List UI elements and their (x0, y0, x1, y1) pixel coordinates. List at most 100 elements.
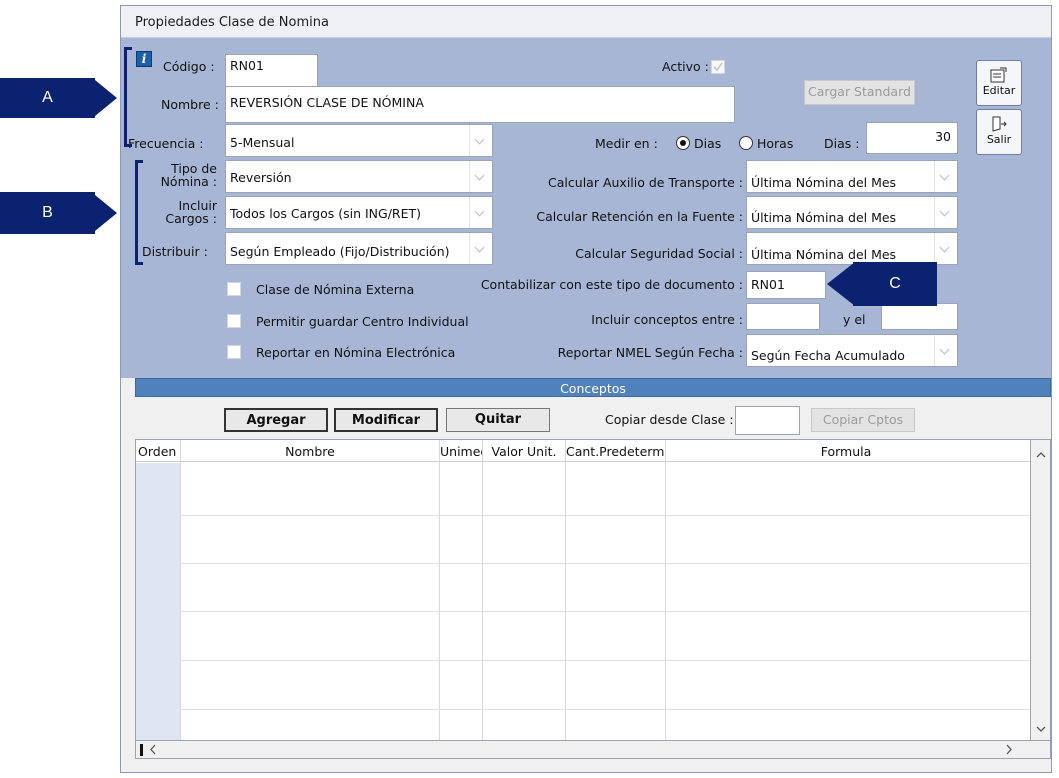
chevron-down-icon[interactable] (1032, 722, 1050, 736)
editar-button[interactable]: Editar (976, 60, 1022, 106)
copiar-desde-input[interactable] (735, 406, 800, 435)
col-nombre[interactable]: Nombre (181, 444, 439, 459)
grid-divider (180, 440, 181, 740)
conceptos-header: Conceptos (135, 378, 1051, 397)
externa-checkbox[interactable] (227, 282, 241, 296)
retencion-value: Última Nómina del Mes (751, 210, 897, 225)
chevron-left-icon[interactable] (146, 741, 160, 758)
col-orden[interactable]: Orden (138, 444, 180, 459)
salir-button[interactable]: Salir (976, 109, 1022, 155)
centro-individual-checkbox[interactable] (227, 314, 241, 328)
col-cant-predeterminada[interactable]: Cant.Predetermi (566, 444, 664, 459)
grid-divider (439, 440, 440, 740)
chevron-down-icon[interactable] (934, 233, 957, 264)
col-valor-unit[interactable]: Valor Unit. (483, 444, 565, 459)
table-row (180, 709, 1030, 710)
radio-horas[interactable] (739, 136, 753, 150)
properties-panel: i Código : RN01 Activo : Nombre : REVERS… (121, 37, 1051, 378)
aux-transporte-select[interactable]: Última Nómina del Mes (746, 160, 958, 193)
grid-divider (665, 440, 666, 740)
medir-label: Medir en : (595, 136, 658, 151)
window: Propiedades Clase de Nomina i Código : R… (120, 5, 1052, 773)
chevron-down-icon[interactable] (934, 335, 957, 366)
bracket-b (135, 160, 143, 265)
centro-individual-label: Permitir guardar Centro Individual (256, 314, 469, 329)
conceptos-grid[interactable]: Orden Nombre Unimed Valor Unit. Cant.Pre… (135, 439, 1031, 759)
chevron-down-icon[interactable] (934, 161, 957, 192)
activo-checkbox[interactable] (711, 60, 725, 74)
nomina-electronica-checkbox[interactable] (227, 345, 241, 359)
chevron-right-icon[interactable] (1002, 741, 1016, 758)
agregar-button[interactable]: Agregar (224, 408, 328, 432)
chevron-down-icon[interactable] (469, 125, 492, 156)
conceptos-entre-label: Incluir conceptos entre : (591, 312, 743, 327)
chevron-up-icon[interactable] (1032, 448, 1050, 462)
nmel-label: Reportar NMEL Según Fecha : (557, 345, 743, 360)
distribuir-label: Distribuir : (142, 244, 208, 259)
aux-transporte-value: Última Nómina del Mes (751, 175, 897, 190)
window-title: Propiedades Clase de Nomina (121, 6, 1051, 36)
table-row (180, 515, 1030, 516)
frecuencia-value: 5-Mensual (230, 135, 295, 150)
nombre-label: Nombre : (161, 97, 219, 112)
externa-label: Clase de Nómina Externa (256, 282, 415, 297)
retencion-select[interactable]: Última Nómina del Mes (746, 196, 958, 229)
table-row (180, 611, 1030, 612)
quitar-button[interactable]: Quitar (446, 408, 550, 432)
conceptos-toolbar: Agregar Modificar Quitar Copiar desde Cl… (135, 397, 1051, 435)
callout-c-arrow (827, 262, 855, 306)
seguridad-social-select[interactable]: Última Nómina del Mes (746, 232, 958, 265)
table-row (180, 563, 1030, 564)
codigo-label: Código : (163, 59, 215, 74)
cargar-standard-button[interactable]: Cargar Standard (804, 80, 915, 105)
copiar-cptos-button[interactable]: Copiar Cptos (811, 408, 915, 432)
nombre-input[interactable]: REVERSIÓN CLASE DE NÓMINA (225, 86, 735, 123)
vertical-scrollbar[interactable] (1031, 439, 1051, 741)
tipo-nomina-select[interactable]: Reversión (225, 160, 493, 193)
retencion-label: Calcular Retención en la Fuente : (536, 209, 743, 224)
contabilizar-input[interactable]: RN01 (746, 271, 826, 299)
concepto-desde-input[interactable] (746, 303, 820, 330)
modificar-button[interactable]: Modificar (334, 408, 438, 432)
col-formula[interactable]: Formula (666, 444, 1026, 459)
callout-a: A (0, 78, 95, 118)
incluir-cargos-select[interactable]: Todos los Cargos (sin ING/RET) (225, 196, 493, 229)
edit-icon (990, 67, 1007, 83)
incluir-label-line2: Cargos : (165, 211, 217, 226)
copiar-desde-label: Copiar desde Clase : (605, 412, 734, 427)
grid-divider (565, 440, 566, 740)
table-row (180, 660, 1030, 661)
distribuir-select[interactable]: Según Empleado (Fijo/Distribución) (225, 232, 493, 265)
activo-label: Activo : (662, 59, 709, 74)
chevron-down-icon[interactable] (934, 197, 957, 228)
grid-divider (482, 440, 483, 740)
exit-icon (992, 116, 1007, 132)
bracket-a (124, 47, 132, 147)
nmel-value: Según Fecha Acumulado (751, 348, 905, 363)
tipo-label-line2: Nómina : (160, 174, 217, 189)
col-unimed[interactable]: Unimed (440, 444, 482, 459)
distribuir-value: Según Empleado (Fijo/Distribución) (230, 244, 450, 259)
seguridad-social-value: Última Nómina del Mes (751, 247, 897, 262)
radio-horas-label: Horas (757, 136, 794, 151)
grid-header: Orden Nombre Unimed Valor Unit. Cant.Pre… (136, 440, 1030, 462)
dias-input[interactable]: 30 (866, 122, 958, 154)
frecuencia-select[interactable]: 5-Mensual (225, 124, 493, 157)
info-icon[interactable]: i (136, 51, 152, 67)
callout-b-arrow (95, 195, 117, 231)
salir-label: Salir (986, 133, 1012, 146)
dias-label: Dias : (824, 136, 860, 151)
callout-a-arrow (95, 80, 117, 116)
radio-dias[interactable] (676, 136, 690, 150)
row-indicator (140, 744, 143, 756)
seguridad-social-label: Calcular Seguridad Social : (575, 246, 743, 261)
concepto-hasta-input[interactable] (881, 303, 958, 330)
incluir-label: Incluir Cargos : (141, 199, 217, 225)
radio-dias-label: Dias (694, 136, 722, 151)
contabilizar-label: Contabilizar con este tipo de documento … (480, 277, 743, 292)
tipo-nomina-value: Reversión (230, 170, 292, 185)
horizontal-scrollbar[interactable] (135, 740, 1051, 759)
nmel-select[interactable]: Según Fecha Acumulado (746, 334, 958, 367)
y-el-label: y el (843, 312, 866, 327)
codigo-input[interactable]: RN01 (225, 54, 318, 87)
